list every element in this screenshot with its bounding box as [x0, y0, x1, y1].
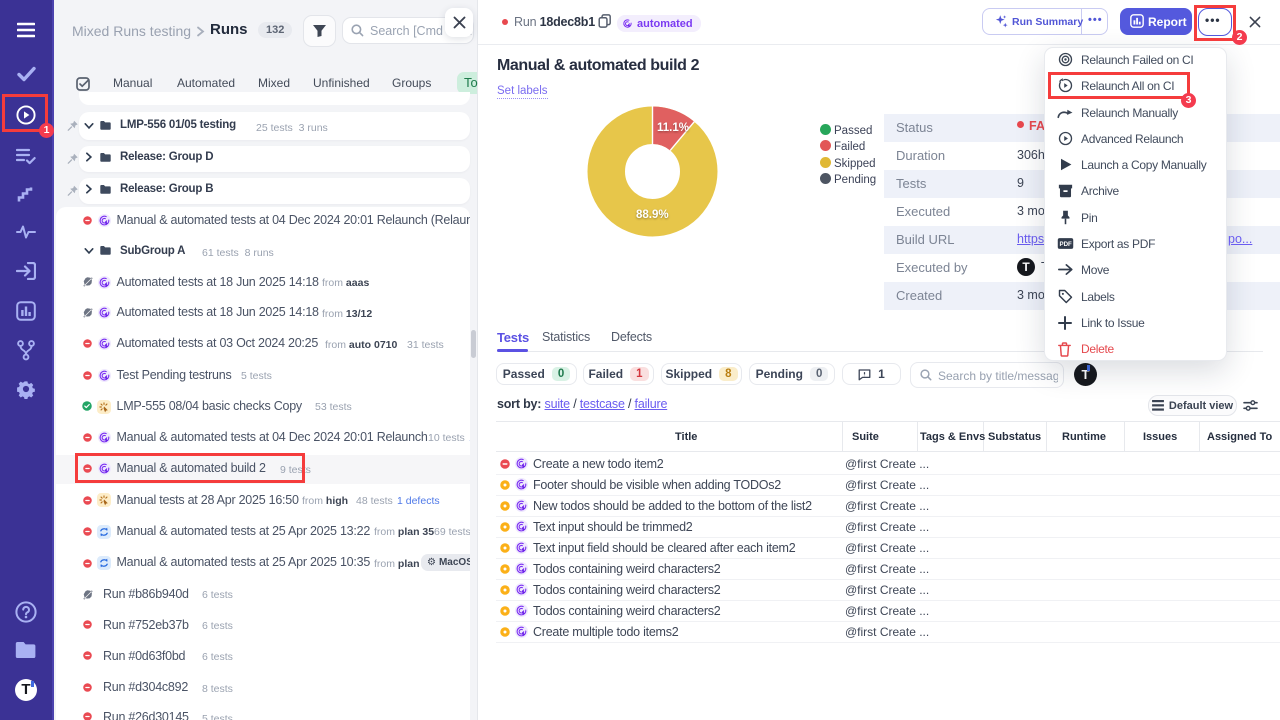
svg-text:11.1%: 11.1% [657, 122, 689, 134]
svg-text:PDF: PDF [1059, 241, 1072, 248]
svg-text:88.9%: 88.9% [636, 209, 669, 221]
